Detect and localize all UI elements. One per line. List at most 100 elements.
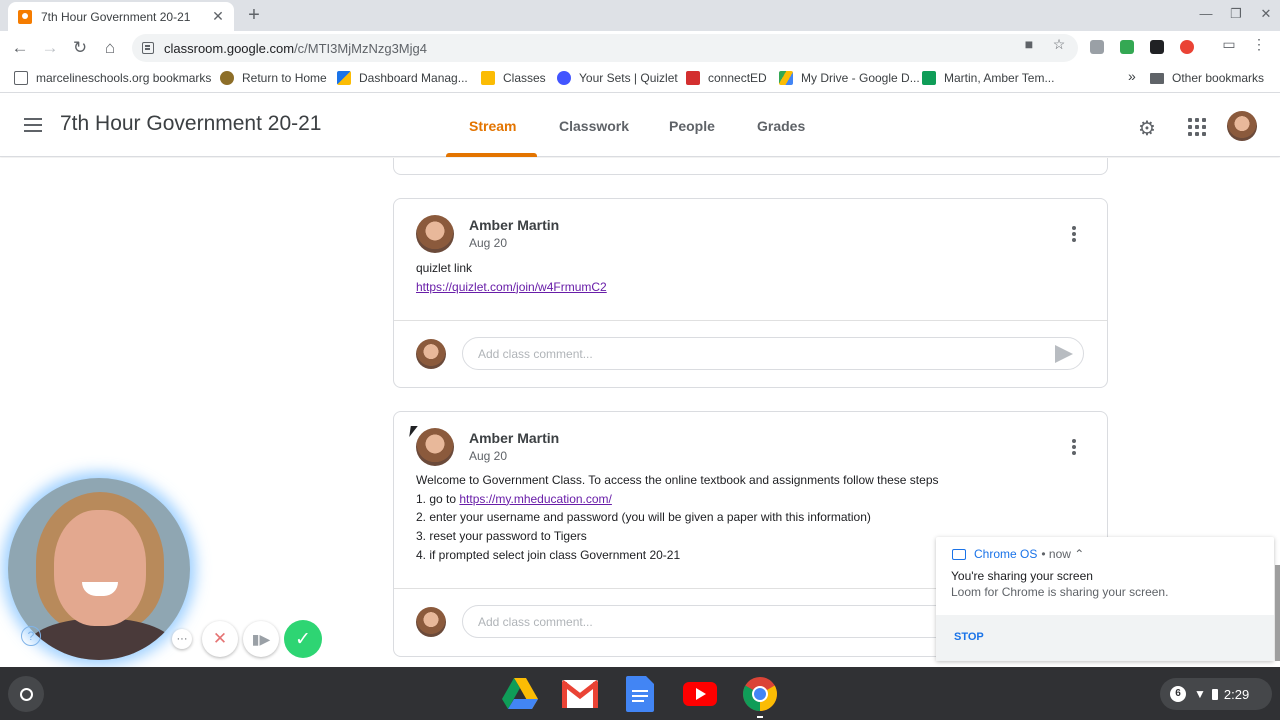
site-info-icon[interactable] <box>142 42 154 54</box>
bookmark-label: connectED <box>708 71 767 85</box>
previous-post-card <box>393 158 1108 175</box>
post-date: Aug 20 <box>469 449 508 463</box>
author-avatar <box>416 215 454 253</box>
classes-icon <box>481 71 495 85</box>
notification-source: Chrome OS <box>974 547 1038 561</box>
bookmark-classes[interactable]: Classes <box>481 71 546 85</box>
chromeos-shelf: 6 ▼ 2:29 <box>0 667 1280 720</box>
comment-divider <box>394 320 1107 321</box>
browser-toolbar: ← → ↻ ⌂ classroom.google.com/c/MTI3MjMzN… <box>0 31 1280 65</box>
google-docs-icon[interactable] <box>622 676 658 712</box>
bookmark-return-home[interactable]: Return to Home <box>220 71 327 85</box>
new-tab-button[interactable]: + <box>244 4 264 27</box>
bookmark-star-icon[interactable]: ☆ <box>1050 36 1068 53</box>
bookmark-marcelineschools[interactable]: marcelineschools.org bookmarks <box>14 71 211 85</box>
bookmark-label: Your Sets | Quizlet <box>579 71 678 85</box>
quizlet-link[interactable]: https://quizlet.com/join/w4FrmumC2 <box>416 280 607 294</box>
classroom-favicon-icon <box>18 9 32 24</box>
commenter-avatar <box>416 339 446 369</box>
bookmark-connected[interactable]: connectED <box>686 71 767 85</box>
class-title[interactable]: 7th Hour Government 20-21 <box>60 112 321 136</box>
account-avatar[interactable] <box>1227 111 1257 141</box>
other-bookmarks[interactable]: Other bookmarks <box>1150 71 1264 85</box>
bookmark-label: My Drive - Google D... <box>801 71 920 85</box>
launcher-icon[interactable] <box>8 676 44 712</box>
tab-stream[interactable]: Stream <box>469 118 516 134</box>
back-icon[interactable]: ← <box>8 36 32 60</box>
bookmark-label: Classes <box>503 71 546 85</box>
clock: 2:29 <box>1223 686 1250 702</box>
bookmark-my-drive[interactable]: My Drive - Google D... <box>779 71 920 85</box>
camera-icon[interactable]: ■ <box>1020 36 1038 52</box>
loom-pause-icon[interactable]: ▮▶ <box>243 621 279 657</box>
minimize-icon[interactable]: — <box>1196 6 1216 21</box>
bookmark-martin-amber[interactable]: Martin, Amber Tem... <box>922 71 1054 85</box>
extension-dark-icon[interactable] <box>1150 40 1164 54</box>
bookmark-label: Dashboard Manag... <box>359 71 468 85</box>
settings-gear-icon[interactable]: ⚙ <box>1138 116 1156 141</box>
screen-share-notification: Chrome OS • now ⌃ You're sharing your sc… <box>936 537 1274 661</box>
notification-body: Loom for Chrome is sharing your screen. <box>951 585 1169 599</box>
notification-count-badge: 6 <box>1170 686 1186 702</box>
tab-grades[interactable]: Grades <box>757 118 805 134</box>
window-close-icon[interactable]: ✕ <box>1256 6 1276 22</box>
gmail-icon[interactable] <box>562 676 598 712</box>
chrome-menu-icon[interactable]: ⋮ <box>1250 36 1268 53</box>
bookmark-label: Martin, Amber Tem... <box>944 71 1055 85</box>
folder-icon <box>1150 72 1164 84</box>
post-text-line: 2. enter your username and password (you… <box>416 510 871 525</box>
loom-finish-icon[interactable]: ✓ <box>284 620 322 658</box>
home-icon[interactable]: ⌂ <box>98 36 122 60</box>
post-text-line: Welcome to Government Class. To access t… <box>416 473 939 487</box>
loom-cancel-icon[interactable]: ✕ <box>202 621 238 657</box>
cast-icon[interactable]: ▭ <box>1220 36 1238 53</box>
notification-actions: STOP <box>936 615 1274 661</box>
webcam-face <box>54 510 146 626</box>
main-menu-icon[interactable] <box>24 118 42 132</box>
tab-people[interactable]: People <box>669 118 715 134</box>
classroom-header: 7th Hour Government 20-21 Stream Classwo… <box>0 96 1280 157</box>
dashboard-icon <box>337 71 351 85</box>
tab-close-icon[interactable]: ✕ <box>210 8 226 25</box>
forward-icon[interactable]: → <box>38 36 62 60</box>
google-drive-icon[interactable] <box>502 676 538 712</box>
scrollbar[interactable] <box>1275 565 1280 661</box>
youtube-icon[interactable] <box>682 676 718 712</box>
post-options-icon[interactable] <box>1072 226 1076 244</box>
class-comment-input[interactable]: Add class comment... <box>462 337 1084 370</box>
stop-sharing-button[interactable]: STOP <box>954 631 984 643</box>
extension-green-icon[interactable] <box>1120 40 1134 54</box>
notification-header: Chrome OS • now ⌃ <box>952 547 1084 561</box>
chrome-icon[interactable] <box>742 676 778 718</box>
address-bar[interactable]: classroom.google.com/c/MTI3MjMzNzg3Mjg4 <box>132 34 1078 62</box>
commenter-avatar <box>416 607 446 637</box>
tab-classwork[interactable]: Classwork <box>559 118 629 134</box>
restore-icon[interactable]: ❐ <box>1226 6 1246 22</box>
sheets-icon <box>922 71 936 85</box>
post-date: Aug 20 <box>469 236 508 250</box>
notification-time[interactable]: • now ⌃ <box>1041 547 1084 561</box>
post-options-icon[interactable] <box>1072 439 1076 457</box>
url-path: /c/MTI3MjMzNzg3Mjg4 <box>294 40 427 56</box>
bookmark-label: Return to Home <box>242 71 327 85</box>
extension-red-icon[interactable] <box>1180 40 1194 54</box>
post-text-line: 3. reset your password to Tigers <box>416 529 587 544</box>
system-tray[interactable]: 6 ▼ 2:29 <box>1160 678 1272 710</box>
folder-icon <box>14 71 28 85</box>
browser-tab[interactable]: 7th Hour Government 20-21 ✕ <box>8 2 234 31</box>
google-apps-icon[interactable] <box>1188 118 1206 136</box>
loom-more-icon[interactable]: ··· <box>172 629 192 649</box>
bookmark-dashboard[interactable]: Dashboard Manag... <box>337 71 468 85</box>
wifi-icon: ▼ <box>1194 687 1206 701</box>
mheducation-link[interactable]: https://my.mheducation.com/ <box>459 492 612 506</box>
send-icon[interactable] <box>1055 345 1073 363</box>
extension-icon[interactable] <box>1090 40 1104 54</box>
bookmarks-overflow-icon[interactable]: » <box>1128 68 1136 84</box>
post-body: quizlet link https://quizlet.com/join/w4… <box>416 259 607 296</box>
comment-placeholder: Add class comment... <box>478 614 593 629</box>
screen-share-icon <box>952 548 966 560</box>
reload-icon[interactable]: ↻ <box>68 36 92 60</box>
help-icon[interactable]: ? <box>21 626 41 646</box>
tab-title: 7th Hour Government 20-21 <box>41 9 191 24</box>
bookmark-quizlet[interactable]: Your Sets | Quizlet <box>557 71 678 85</box>
